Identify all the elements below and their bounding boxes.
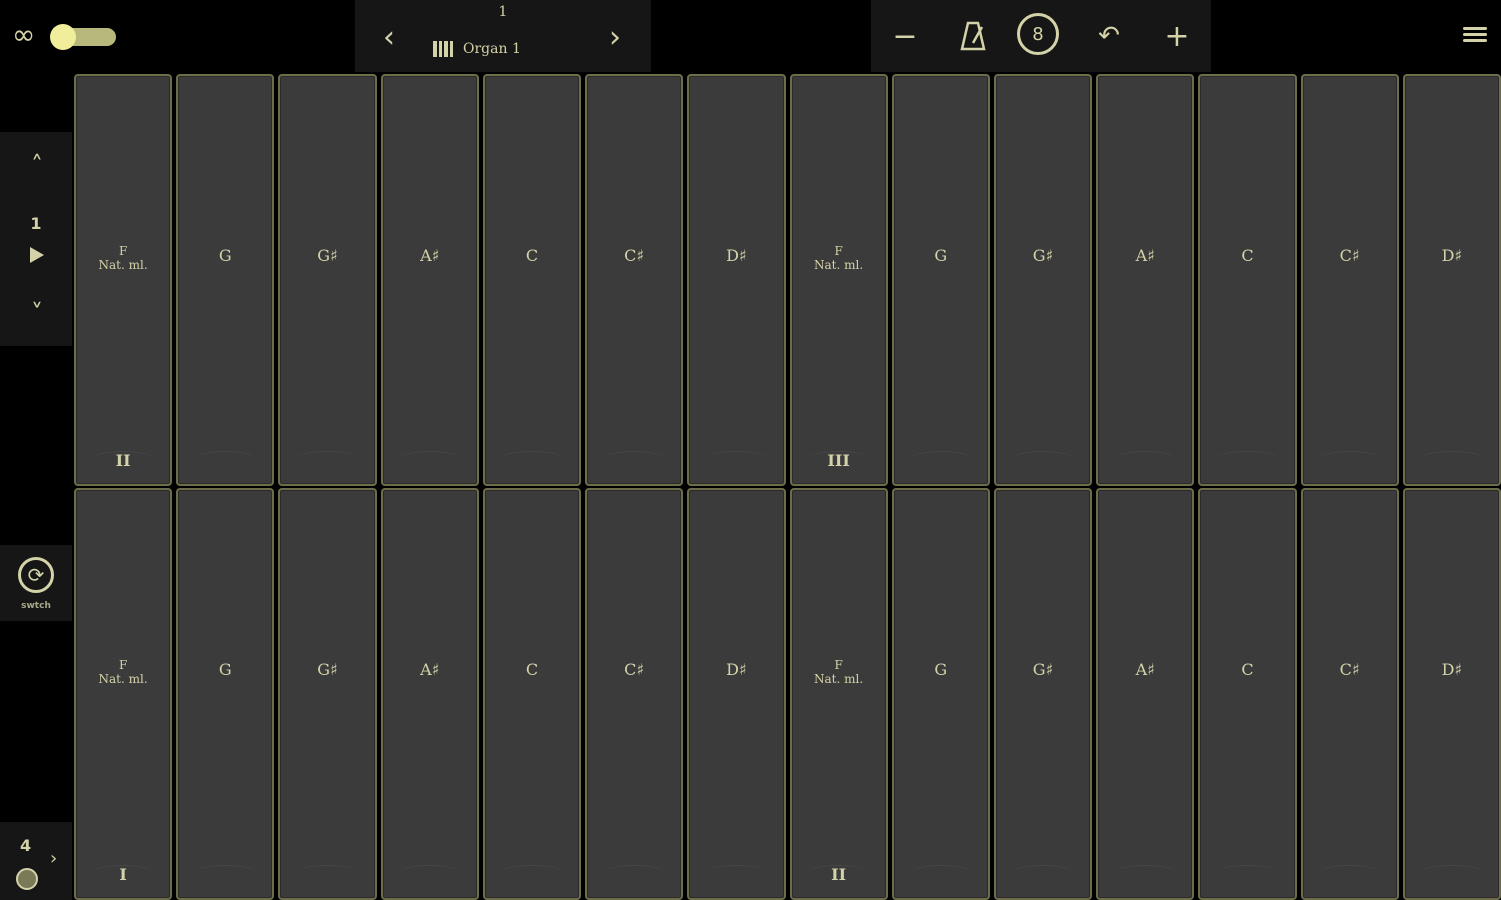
key-label: G bbox=[218, 660, 232, 679]
piano-key[interactable]: D♯ bbox=[687, 74, 786, 486]
piano-key[interactable]: C♯ bbox=[1300, 488, 1399, 900]
preset-navigator: ‹ 1 Organ 1 › bbox=[355, 0, 651, 72]
key-label: G♯ bbox=[317, 246, 338, 265]
preset-name: Organ 1 bbox=[463, 41, 521, 57]
switch-icon[interactable]: ⟳ bbox=[18, 557, 54, 593]
dial-icon[interactable] bbox=[16, 868, 38, 890]
key-label: D♯ bbox=[726, 246, 747, 265]
piano-key[interactable]: G♯ bbox=[993, 488, 1093, 900]
key-label: C bbox=[1241, 246, 1254, 265]
key-register-label: II bbox=[831, 865, 847, 884]
key-label: C♯ bbox=[624, 246, 645, 265]
octave-panel: ˄ 1 ˅ bbox=[0, 132, 72, 346]
key-label: C♯ bbox=[1339, 246, 1360, 265]
piano-key[interactable]: C bbox=[482, 74, 582, 486]
key-label: G♯ bbox=[1032, 660, 1054, 679]
key-label: F Nat. ml. bbox=[814, 244, 864, 272]
octave-value: 1 bbox=[30, 214, 42, 233]
previous-preset-button[interactable]: ‹ bbox=[367, 18, 411, 56]
piano-key[interactable]: C♯ bbox=[585, 488, 684, 900]
key-label: G bbox=[934, 660, 948, 679]
key-label: G♯ bbox=[317, 660, 338, 679]
key-label: C bbox=[525, 246, 539, 265]
piano-key[interactable]: C bbox=[1198, 74, 1297, 486]
piano-key[interactable]: A♯ bbox=[380, 74, 479, 486]
piano-key[interactable]: A♯ bbox=[380, 488, 479, 900]
key-label: A♯ bbox=[1135, 246, 1155, 265]
metronome-glyph bbox=[960, 21, 986, 51]
tempo-toolbar: − 8 ↶ + bbox=[871, 0, 1211, 72]
key-register-label: II bbox=[115, 451, 131, 470]
chevron-up-icon[interactable]: ˄ bbox=[22, 150, 52, 180]
piano-key[interactable]: C bbox=[1198, 488, 1297, 900]
beat-count-button[interactable]: 8 bbox=[1017, 13, 1059, 55]
piano-key[interactable]: F Nat. ml. II bbox=[789, 488, 888, 900]
piano-key[interactable]: G♯ bbox=[278, 488, 377, 900]
key-label: C♯ bbox=[624, 660, 645, 679]
key-label: D♯ bbox=[1441, 660, 1463, 679]
piano-key[interactable]: C♯ bbox=[1300, 74, 1399, 486]
piano-key[interactable]: A♯ bbox=[1096, 74, 1195, 486]
preset-name-row[interactable]: Organ 1 bbox=[433, 36, 573, 62]
piano-key[interactable]: G♯ bbox=[993, 74, 1093, 486]
piano-key[interactable]: D♯ bbox=[1402, 488, 1501, 900]
key-label: F Nat. ml. bbox=[98, 244, 148, 272]
key-row-bottom: F Nat. ml. I G G♯ A♯ C C♯ D♯ F Nat. ml. II G G♯ A♯ C C… bbox=[74, 488, 1501, 900]
tempo-increase-button[interactable]: + bbox=[1155, 14, 1199, 58]
tempo-decrease-button[interactable]: − bbox=[883, 14, 927, 58]
chevron-right-icon[interactable]: › bbox=[50, 848, 57, 869]
bottom-left-control: 4 › bbox=[0, 822, 72, 900]
key-row-top: F Nat. ml. II G G♯ A♯ C C♯ D♯ F Nat. ml. III G G♯ A♯… bbox=[74, 74, 1501, 486]
piano-key[interactable]: D♯ bbox=[1402, 74, 1501, 486]
key-label: D♯ bbox=[726, 660, 747, 679]
key-label: G bbox=[934, 246, 948, 265]
next-preset-button[interactable]: › bbox=[593, 18, 637, 56]
piano-key[interactable]: G♯ bbox=[278, 74, 377, 486]
switch-panel: ⟳ swtch bbox=[0, 545, 72, 621]
key-label: C bbox=[1241, 660, 1254, 679]
piano-key[interactable]: G bbox=[176, 74, 275, 486]
menu-icon[interactable] bbox=[1463, 24, 1487, 46]
piano-key[interactable]: G bbox=[176, 488, 275, 900]
piano-key[interactable]: C♯ bbox=[585, 74, 684, 486]
piano-key[interactable]: G bbox=[891, 488, 990, 900]
play-icon[interactable] bbox=[30, 247, 44, 263]
key-label: G♯ bbox=[1032, 246, 1054, 265]
key-label: F Nat. ml. bbox=[814, 658, 864, 686]
key-label: G bbox=[218, 246, 232, 265]
chevron-down-icon[interactable]: ˅ bbox=[22, 298, 52, 328]
metronome-icon[interactable] bbox=[951, 14, 995, 58]
infinity-icon: ∞ bbox=[12, 18, 36, 51]
bottom-left-number: 4 bbox=[20, 836, 32, 855]
undo-icon[interactable]: ↶ bbox=[1087, 14, 1131, 58]
loop-slider-knob[interactable] bbox=[50, 24, 76, 50]
piano-key[interactable]: A♯ bbox=[1096, 488, 1195, 900]
key-label: A♯ bbox=[420, 246, 440, 265]
piano-key[interactable]: F Nat. ml. I bbox=[74, 488, 173, 900]
key-label: C bbox=[525, 660, 539, 679]
key-label: F Nat. ml. bbox=[98, 658, 148, 686]
key-label: A♯ bbox=[1135, 660, 1155, 679]
piano-key[interactable]: D♯ bbox=[687, 488, 786, 900]
piano-key[interactable]: G bbox=[891, 74, 990, 486]
loop-control: ∞ bbox=[0, 0, 130, 72]
key-label: C♯ bbox=[1339, 660, 1360, 679]
switch-label: swtch bbox=[21, 601, 51, 611]
piano-key[interactable]: C bbox=[482, 488, 582, 900]
key-register-label: III bbox=[827, 451, 850, 470]
organ-icon bbox=[433, 41, 453, 57]
piano-key[interactable]: F Nat. ml. III bbox=[789, 74, 888, 486]
key-label: A♯ bbox=[420, 660, 440, 679]
key-label: D♯ bbox=[1441, 246, 1463, 265]
piano-key[interactable]: F Nat. ml. II bbox=[74, 74, 173, 486]
key-register-label: I bbox=[119, 865, 127, 884]
